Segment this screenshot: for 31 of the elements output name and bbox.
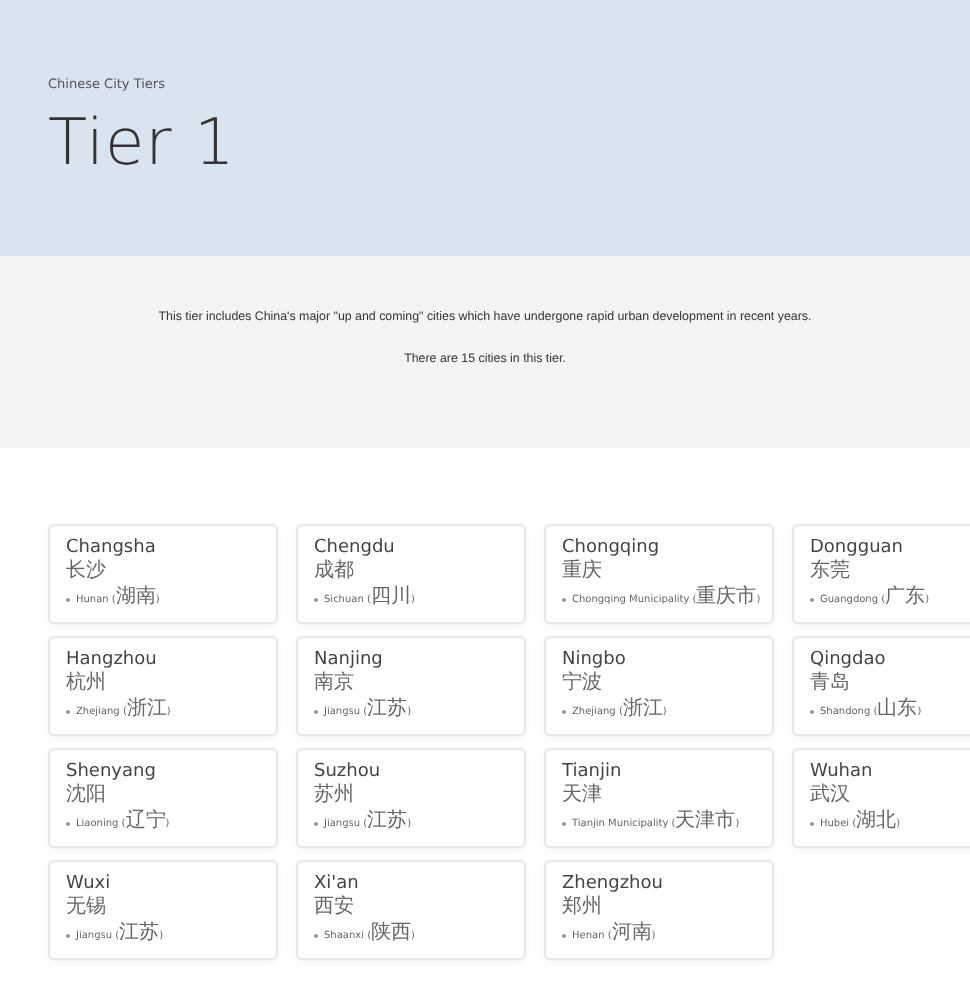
city-name: Dongguan	[810, 538, 905, 559]
city-name: Suzhou	[314, 762, 383, 783]
page-title: Tier 1	[48, 104, 238, 180]
city-chinese-name: 东莞	[810, 560, 852, 584]
city-name: Wuxi	[66, 874, 113, 896]
city-chinese-name: 西安	[314, 896, 356, 920]
city-name: Zhengzhou	[562, 874, 665, 895]
city-name: Xi'an	[314, 874, 361, 895]
city-chinese-name: 成都	[314, 560, 356, 584]
city-name: Hangzhou	[66, 650, 159, 671]
city-chinese-name: 沈阳	[66, 784, 108, 808]
city-name: Changsha	[66, 538, 158, 559]
city-chinese-name: 宁波	[562, 672, 604, 696]
city-chinese-name: 杭州	[66, 672, 108, 696]
city-chinese-name: 南京	[314, 672, 356, 696]
city-chinese-name: 无锡	[66, 896, 108, 920]
city-name: Shenyang	[66, 762, 158, 783]
city-name: Qingdao	[810, 650, 888, 671]
city-chinese-name: 武汉	[810, 784, 852, 808]
city-chinese-name: 苏州	[314, 784, 356, 808]
city-chinese-name: 长沙	[66, 560, 108, 584]
city-chinese-name: 青岛	[810, 672, 852, 696]
city-name: Chongqing	[562, 538, 662, 559]
city-name: Chengdu	[314, 538, 397, 559]
city-name: Ningbo	[562, 650, 628, 671]
city-chinese-name: 天津	[562, 784, 604, 808]
city-name: Tianjin	[562, 762, 624, 783]
city-name: Wuhan	[810, 762, 875, 783]
city-name: Nanjing	[314, 650, 385, 671]
city-chinese-name: 郑州	[562, 896, 604, 920]
city-chinese-name: 重庆	[562, 560, 604, 584]
